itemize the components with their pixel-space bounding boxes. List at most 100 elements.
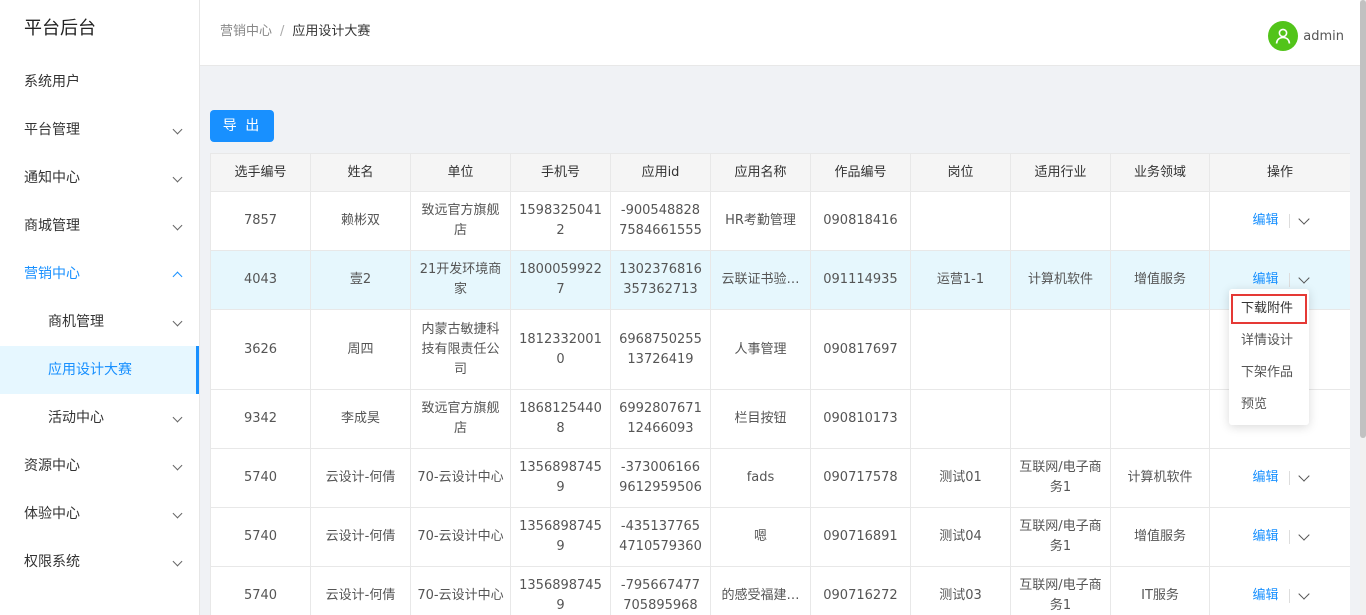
- chevron-down-icon[interactable]: [1297, 213, 1310, 225]
- edit-link[interactable]: 编辑: [1252, 468, 1278, 488]
- cell-app-id: -9005488287584661555: [610, 191, 711, 251]
- cell-business-domain: IT服务: [1110, 566, 1210, 615]
- table-header-row: 选手编号 姓名 单位 手机号 应用id 应用名称 作品编号 岗位 适用行业 业务…: [210, 153, 1350, 192]
- sidebar-item-business-opportunity[interactable]: 商机管理: [0, 298, 199, 346]
- cell-unit: 致远官方旗舰店: [410, 191, 511, 251]
- cell-position: [910, 389, 1011, 449]
- cell-actions: 编辑: [1209, 448, 1350, 508]
- cell-work-id: 090817697: [810, 309, 911, 390]
- menu-item-download-attachment[interactable]: 下载附件: [1230, 293, 1308, 325]
- sidebar-item-system-users[interactable]: 系统用户: [0, 58, 199, 106]
- cell-business-domain: 增值服务: [1110, 507, 1210, 567]
- edit-link[interactable]: 编辑: [1252, 211, 1278, 231]
- sidebar-item-mall-management[interactable]: 商城管理: [0, 202, 199, 250]
- cell-unit: 70-云设计中心: [410, 507, 511, 567]
- export-button[interactable]: 导 出: [210, 110, 274, 142]
- menu-item-detail-design[interactable]: 详情设计: [1229, 325, 1309, 357]
- username[interactable]: admin: [1303, 29, 1344, 44]
- sidebar-item-label: 应用设计大赛: [48, 362, 132, 378]
- sidebar-item-marketing-center[interactable]: 营销中心: [0, 250, 199, 298]
- chevron-up-icon: [172, 271, 183, 282]
- breadcrumb-current: 应用设计大赛: [292, 24, 371, 39]
- cell-phone: 18681254408: [510, 389, 611, 449]
- cell-phone: 13568987459: [510, 448, 611, 508]
- cell-position: 运营1-1: [910, 250, 1011, 310]
- column-header: 选手编号: [210, 153, 311, 192]
- app-title: 平台后台: [24, 18, 96, 39]
- cell-position: 测试03: [910, 566, 1011, 615]
- cell-player-id: 5740: [210, 448, 311, 508]
- cell-phone: 18123320010: [510, 309, 611, 390]
- cell-app-id: -795667477705895968: [610, 566, 711, 615]
- cell-work-id: 090716272: [810, 566, 911, 615]
- chevron-down-icon[interactable]: [1297, 272, 1310, 284]
- user-menu[interactable]: admin: [1268, 21, 1344, 51]
- column-header: 业务领域: [1110, 153, 1210, 192]
- sidebar-item-activity-center[interactable]: 活动中心: [0, 394, 199, 442]
- cell-name: 周四: [310, 309, 411, 390]
- breadcrumb-separator: /: [280, 24, 285, 39]
- cell-player-id: 5740: [210, 566, 311, 615]
- menu-item-unpublish-work[interactable]: 下架作品: [1229, 357, 1309, 389]
- sidebar-item-label: 资源中心: [24, 458, 80, 474]
- cell-name: 壹2: [310, 250, 411, 310]
- chevron-down-icon[interactable]: [1297, 470, 1310, 482]
- cell-industry: [1010, 309, 1111, 390]
- sidebar-item-app-design-contest[interactable]: 应用设计大赛: [0, 346, 199, 394]
- cell-name: 云设计-何倩: [310, 448, 411, 508]
- chevron-down-icon[interactable]: [1297, 588, 1310, 600]
- row-actions: 编辑: [1252, 468, 1310, 488]
- cell-actions: 编辑: [1209, 566, 1350, 615]
- cell-app-name-text: 人事管理: [734, 341, 787, 357]
- row-actions: 编辑: [1252, 586, 1310, 606]
- scrollbar-thumb[interactable]: [1360, 0, 1366, 438]
- cell-app-name-text: 嗯: [753, 529, 767, 544]
- cell-position: [910, 191, 1011, 251]
- cell-app-name: fads: [710, 448, 811, 508]
- cell-industry: 互联网/电子商务1: [1010, 448, 1111, 508]
- chevron-down-icon: [172, 556, 183, 567]
- menu-item-preview[interactable]: 预览: [1229, 389, 1309, 421]
- row-actions-dropdown: 下载附件 详情设计 下架作品 预览: [1229, 289, 1309, 425]
- row-actions: 编辑: [1252, 270, 1310, 290]
- chevron-down-icon: [172, 316, 183, 327]
- sidebar-item-resource-center[interactable]: 资源中心: [0, 442, 199, 490]
- cell-app-name-text: 栏目按钮: [734, 411, 787, 426]
- cell-business-domain: 计算机软件: [1110, 448, 1210, 508]
- cell-app-id: 699280767112466093: [610, 389, 711, 449]
- cell-name: 李成昊: [310, 389, 411, 449]
- cell-app-name-text: HR考勤管理: [725, 213, 796, 228]
- action-divider: [1288, 273, 1290, 287]
- cell-business-domain: 增值服务: [1110, 250, 1210, 310]
- avatar[interactable]: [1268, 21, 1299, 51]
- cell-app-name-text: 云联证书验…: [721, 272, 800, 287]
- table-row: 4043 壹2 21开发环境商家 18000599227 13023768163…: [210, 250, 1350, 310]
- cell-player-id: 9342: [210, 389, 311, 449]
- sidebar-item-label: 营销中心: [24, 266, 80, 282]
- cell-position: 测试01: [910, 448, 1011, 508]
- sidebar-item-platform-management[interactable]: 平台管理: [0, 106, 199, 154]
- action-divider: [1288, 471, 1290, 485]
- chevron-down-icon: [172, 412, 183, 423]
- cell-app-name: 栏目按钮: [710, 389, 811, 449]
- cell-phone: 13568987459: [510, 566, 611, 615]
- table-row: 9342 李成昊 致远官方旗舰店 18681254408 69928076711…: [210, 389, 1350, 449]
- page-scrollbar[interactable]: [1360, 0, 1366, 615]
- cell-business-domain: [1110, 309, 1210, 390]
- chevron-down-icon[interactable]: [1297, 529, 1310, 541]
- table-row: 5740 云设计-何倩 70-云设计中心 13568987459 -435137…: [210, 507, 1350, 567]
- cell-business-domain: [1110, 389, 1210, 449]
- cell-player-id: 7857: [210, 191, 311, 251]
- sidebar-item-permission-system[interactable]: 权限系统: [0, 538, 199, 586]
- data-table: 选手编号 姓名 单位 手机号 应用id 应用名称 作品编号 岗位 适用行业 业务…: [210, 153, 1350, 615]
- cell-phone: 15983250412: [510, 191, 611, 251]
- column-header: 手机号: [510, 153, 611, 192]
- edit-link[interactable]: 编辑: [1252, 586, 1278, 606]
- sidebar-item-notification-center[interactable]: 通知中心: [0, 154, 199, 202]
- cell-player-id: 4043: [210, 250, 311, 310]
- edit-link[interactable]: 编辑: [1252, 527, 1278, 547]
- breadcrumb-link-marketing[interactable]: 营销中心: [220, 24, 272, 39]
- sidebar-item-label: 系统用户: [24, 74, 80, 90]
- edit-link[interactable]: 编辑: [1252, 270, 1278, 290]
- sidebar-item-experience-center[interactable]: 体验中心: [0, 490, 199, 538]
